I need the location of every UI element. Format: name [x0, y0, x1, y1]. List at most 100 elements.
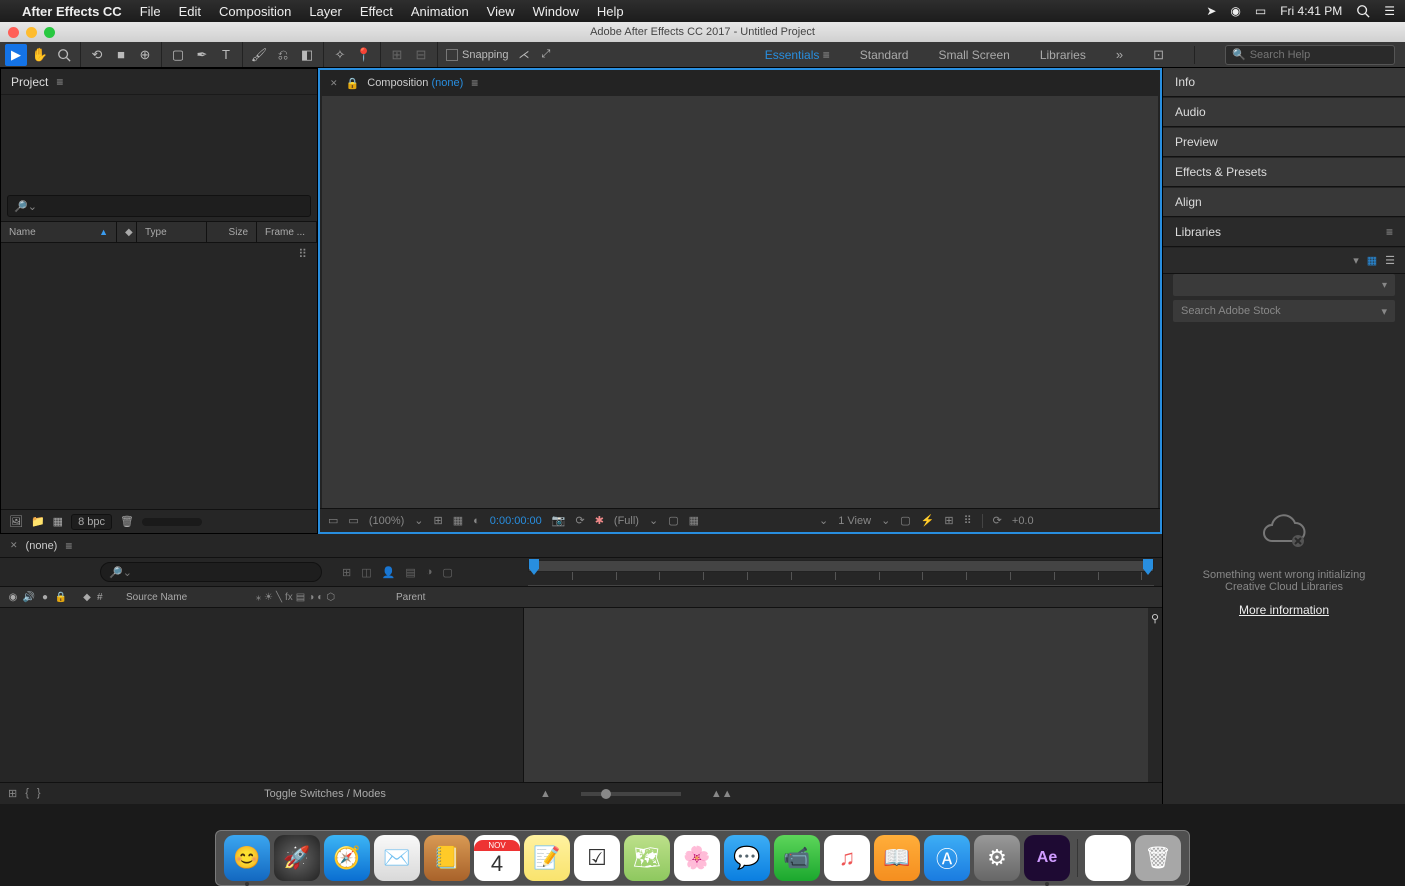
zoom-tool[interactable] [53, 44, 75, 66]
clone-tool[interactable]: ⎌ [272, 44, 294, 66]
col-index[interactable]: # [97, 592, 103, 603]
new-folder-icon[interactable]: 📁 [31, 515, 45, 528]
close-window-button[interactable] [8, 27, 19, 38]
dock-calendar[interactable]: NOV4 [474, 835, 520, 881]
bpc-toggle[interactable]: 8 bpc [71, 514, 112, 530]
display-icon[interactable]: ▭ [1255, 4, 1266, 18]
clock[interactable]: Fri 4:41 PM [1280, 4, 1342, 18]
reset-exposure-icon[interactable]: ⟳ [993, 514, 1002, 527]
view-caret2-icon[interactable]: ⌄ [881, 514, 890, 527]
current-time[interactable]: 0:00:00:00 [490, 515, 542, 527]
rectangle-tool[interactable]: ▢ [167, 44, 189, 66]
col-solo-icon[interactable]: ● [38, 592, 52, 603]
snapping-expand-icon[interactable]: ⤢ [542, 48, 551, 61]
menu-edit[interactable]: Edit [179, 4, 201, 19]
dock-photos[interactable]: 🌸 [674, 835, 720, 881]
mask-toggle-icon[interactable]: ◐ [473, 515, 480, 527]
panel-info[interactable]: Info [1163, 68, 1405, 97]
resolution-caret-icon[interactable]: ⌄ [649, 514, 658, 527]
workspace-reset-icon[interactable]: ⊡ [1153, 47, 1164, 63]
timeline-marker-bin-icon[interactable]: ⚲ [1148, 608, 1162, 782]
comp-flowchart-icon[interactable]: ⠿ [964, 514, 972, 527]
col-adjustment-icon[interactable]: ◐ [317, 592, 323, 603]
zoom-level[interactable]: (100%) [369, 515, 404, 527]
menu-file[interactable]: File [140, 4, 161, 19]
puppet-tool[interactable]: 📍 [353, 44, 375, 66]
col-name[interactable]: Name▲ [1, 222, 117, 242]
panel-libraries-header[interactable]: Libraries ≡ [1163, 218, 1405, 247]
spotlight-icon[interactable] [1356, 4, 1370, 18]
toggle-switches-button[interactable]: Toggle Switches / Modes [130, 788, 520, 800]
pen-tool[interactable]: ✒ [191, 44, 213, 66]
color-mgmt-icon[interactable]: ✱ [595, 514, 604, 527]
world-axis-icon[interactable]: ⊟ [410, 44, 432, 66]
brush-tool[interactable]: 🖌 [248, 44, 270, 66]
dock-system-preferences[interactable]: ⚙ [974, 835, 1020, 881]
dock-finder[interactable]: 😊 [224, 835, 270, 881]
panel-align[interactable]: Align [1163, 188, 1405, 217]
timeline-zoom-slider[interactable] [581, 792, 681, 796]
col-fx-icon[interactable]: fx [285, 592, 293, 603]
menu-layer[interactable]: Layer [309, 4, 342, 19]
col-shy-icon[interactable]: ⁎ [256, 592, 261, 603]
new-comp-icon[interactable]: ▦ [53, 515, 63, 528]
menu-help[interactable]: Help [597, 4, 624, 19]
dock-messages[interactable]: 💬 [724, 835, 770, 881]
lib-list-view-icon[interactable]: ☰ [1385, 254, 1395, 267]
menu-effect[interactable]: Effect [360, 4, 393, 19]
dock-after-effects[interactable]: Ae [1024, 835, 1070, 881]
roi-icon[interactable]: ▢ [668, 514, 678, 527]
selection-tool[interactable]: ▶ [5, 44, 27, 66]
lib-stock-search[interactable]: Search Adobe Stock▾ [1173, 300, 1395, 322]
search-help-input[interactable] [1250, 49, 1388, 61]
project-panel-title[interactable]: Project [11, 75, 48, 89]
eraser-tool[interactable]: ◧ [296, 44, 318, 66]
dock-ibooks[interactable]: 📖 [874, 835, 920, 881]
fast-preview-icon[interactable]: ⚡ [921, 514, 935, 527]
graph-editor-icon[interactable]: ▢ [442, 566, 452, 579]
col-label-icon[interactable]: ◆ [117, 222, 137, 242]
delete-icon[interactable]: 🗑 [120, 515, 134, 528]
menu-animation[interactable]: Animation [411, 4, 469, 19]
magnification-icon[interactable]: ▭ [348, 514, 358, 527]
transparency-grid-icon[interactable]: ▦ [689, 514, 699, 527]
interpret-footage-icon[interactable]: 🖼 [9, 515, 23, 528]
dock-appstore[interactable]: Ⓐ [924, 835, 970, 881]
col-framerate[interactable]: Frame ... [257, 222, 317, 242]
workspace-libraries[interactable]: Libraries [1040, 48, 1086, 62]
camera-tool[interactable]: ■ [110, 44, 132, 66]
composition-tab-label[interactable]: Composition (none) [367, 77, 463, 89]
col-lock-icon[interactable]: 🔒 [54, 592, 68, 603]
view-caret-icon[interactable]: ⌄ [819, 514, 828, 527]
zoom-dropdown-icon[interactable]: ⌄ [414, 514, 423, 527]
timeline-icon[interactable]: ⊞ [944, 514, 953, 527]
workspace-standard[interactable]: Standard [860, 48, 909, 62]
dock-reminders[interactable]: ☑ [574, 835, 620, 881]
col-source-name[interactable]: Source Name [116, 592, 256, 603]
dock-itunes[interactable]: ♫ [824, 835, 870, 881]
zoom-in-icon[interactable]: ▲▲ [711, 788, 733, 800]
pan-behind-tool[interactable]: ⊕ [134, 44, 156, 66]
timeline-layer-list[interactable] [0, 608, 524, 782]
shy-icon[interactable]: 👤 [382, 566, 396, 579]
lib-more-info-link[interactable]: More information [1239, 603, 1329, 617]
timeline-close-tab-icon[interactable]: ✕ [10, 540, 18, 551]
view-layout[interactable]: 1 View [838, 515, 871, 527]
workspace-overflow-icon[interactable]: » [1116, 47, 1123, 62]
dock-facetime[interactable]: 📹 [774, 835, 820, 881]
search-help-field[interactable]: 🔍 [1225, 45, 1395, 65]
flowchart-icon[interactable]: ⠿ [298, 247, 307, 261]
tl-expand-icon[interactable]: ⊞ [8, 787, 17, 800]
project-search[interactable]: 🔎⌄ [7, 195, 311, 217]
panel-preview[interactable]: Preview [1163, 128, 1405, 157]
menu-view[interactable]: View [487, 4, 515, 19]
timeline-search[interactable]: 🔎⌄ [100, 562, 322, 582]
composition-viewer[interactable] [322, 96, 1158, 508]
col-motionblur-icon[interactable]: ◑ [308, 592, 314, 603]
col-audio-icon[interactable]: 🔊 [22, 592, 36, 603]
col-collapse-icon[interactable]: ☀ [264, 592, 273, 603]
col-size[interactable]: Size [207, 222, 257, 242]
motion-blur-icon[interactable]: ◑ [426, 566, 433, 579]
cursor-status-icon[interactable]: ➤ [1206, 4, 1216, 18]
show-channel-icon[interactable]: ⟳ [575, 514, 584, 527]
